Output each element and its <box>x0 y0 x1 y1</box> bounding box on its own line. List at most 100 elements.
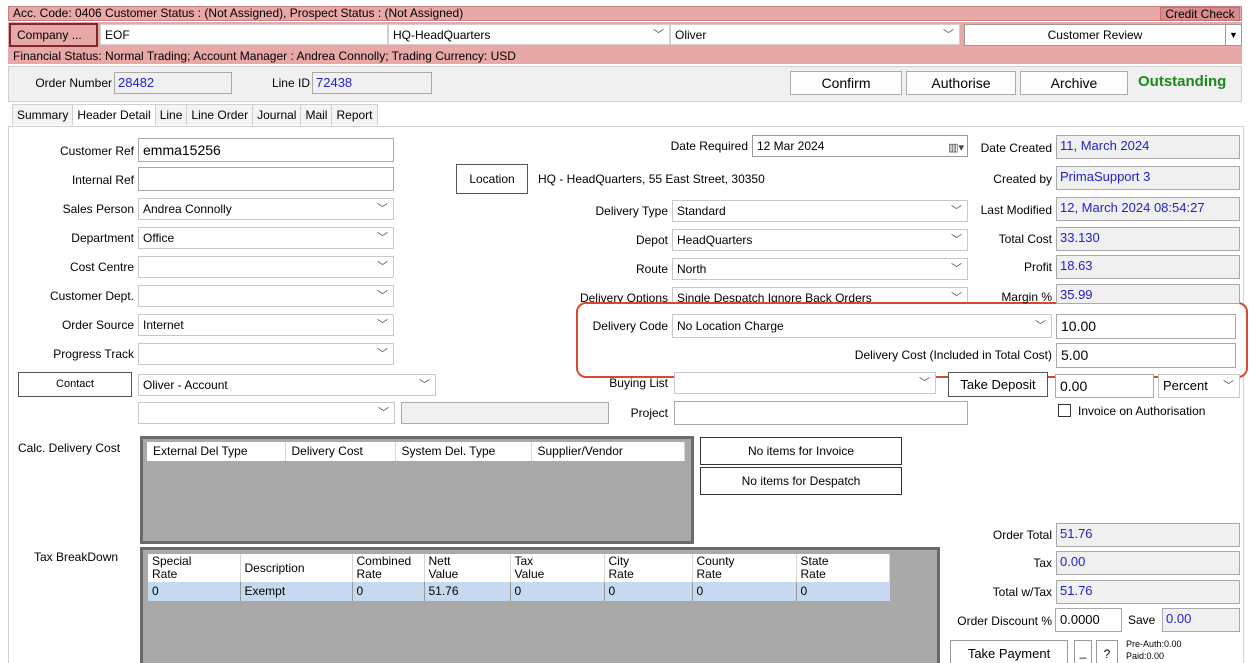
col-combined-rate[interactable]: Combined Rate <box>352 554 425 582</box>
calc-delivery-label: Calc. Delivery Cost <box>18 441 121 455</box>
col-tax-value[interactable]: Tax Value <box>510 554 605 582</box>
department-select[interactable]: Office ﹀ <box>138 227 394 249</box>
review-select[interactable]: Customer Review ▼ <box>964 24 1242 46</box>
invoice-on-auth-checkbox[interactable] <box>1058 404 1071 417</box>
tab-summary[interactable]: Summary <box>12 104 74 125</box>
archive-button[interactable]: Archive <box>1020 71 1128 95</box>
deposit-value-input[interactable]: 0.00 <box>1055 374 1154 398</box>
tab-line[interactable]: Line <box>154 104 188 125</box>
project-label: Project <box>630 406 668 420</box>
cell-nett-value: 51.76 <box>424 582 511 601</box>
chevron-down-icon: ﹀ <box>377 261 388 273</box>
table-row[interactable]: 0 Exempt 0 51.76 0 0 0 0 <box>148 582 890 601</box>
col-nett-value[interactable]: Nett Value <box>424 554 511 582</box>
col-county-rate[interactable]: County Rate <box>692 554 797 582</box>
order-discount-input[interactable]: 0.0000 <box>1055 608 1122 632</box>
tax-field: 0.00 <box>1056 551 1240 575</box>
credit-check-button[interactable]: Credit Check <box>1160 7 1240 21</box>
line-id-field: 72438 <box>312 72 432 94</box>
col-state-rate[interactable]: State Rate <box>796 554 890 582</box>
delivery-cost-input[interactable]: 5.00 <box>1056 343 1236 368</box>
tax-breakdown-grid: Special Rate Description Combined Rate N… <box>140 547 940 663</box>
col-delivery-cost[interactable]: Delivery Cost <box>285 442 396 461</box>
cell-description: Exempt <box>240 582 353 601</box>
delivery-code-amount[interactable]: 10.00 <box>1056 314 1236 339</box>
contact-button[interactable]: Contact <box>18 372 132 397</box>
order-total-label: Order Total <box>992 528 1052 542</box>
delivery-type-select[interactable]: Standard ﹀ <box>672 200 968 222</box>
buying-list-select[interactable]: ﹀ <box>674 372 936 394</box>
route-select[interactable]: North ﹀ <box>672 258 968 280</box>
profit-label: Profit <box>1023 260 1052 274</box>
chevron-down-icon: ﹀ <box>419 379 430 391</box>
progress-track-label: Progress Track <box>53 347 134 361</box>
no-items-invoice-button[interactable]: No items for Invoice <box>700 437 902 465</box>
customer-dept-select[interactable]: ﹀ <box>138 285 394 307</box>
take-payment-button[interactable]: Take Payment <box>950 640 1068 663</box>
tax-label: Tax <box>1033 556 1052 570</box>
delivery-code-select[interactable]: No Location Charge ﹀ <box>672 314 1052 338</box>
deposit-mode-select[interactable]: Percent ﹀ <box>1158 374 1240 398</box>
col-system-del-type[interactable]: System Del. Type <box>395 442 532 461</box>
total-w-tax-label: Total w/Tax <box>992 585 1052 599</box>
sales-person-label: Sales Person <box>62 202 134 216</box>
cost-centre-select[interactable]: ﹀ <box>138 256 394 278</box>
last-modified-field: 12, March 2024 08:54:27 <box>1056 197 1240 221</box>
depot-select[interactable]: HeadQuarters ﹀ <box>672 229 968 251</box>
progress-track-select[interactable]: ﹀ <box>138 343 394 365</box>
tax-breakdown-label: Tax BreakDown <box>34 550 119 564</box>
profit-field: 18.63 <box>1056 255 1240 279</box>
margin-label: Margin % <box>1001 290 1052 304</box>
take-deposit-button[interactable]: Take Deposit <box>948 372 1048 397</box>
delivery-type-label: Delivery Type <box>595 204 668 218</box>
order-number-field: 28482 <box>114 72 232 94</box>
company-button[interactable]: Company ... <box>9 23 98 47</box>
company-field[interactable]: EOF <box>100 24 388 45</box>
created-by-field: PrimaSupport 3 <box>1056 166 1240 190</box>
location-button[interactable]: Location <box>456 164 528 194</box>
department-label: Department <box>71 231 134 245</box>
col-special-rate[interactable]: Special Rate <box>148 554 241 582</box>
help-button[interactable]: ? <box>1096 640 1118 663</box>
branch-select[interactable]: HQ-HeadQuarters ﹀ <box>388 24 670 45</box>
delivery-code-label: Delivery Code <box>592 319 668 333</box>
sales-person-select[interactable]: Andrea Connolly ﹀ <box>138 198 394 220</box>
cell-tax-value: 0 <box>510 582 605 601</box>
internal-ref-input[interactable] <box>138 167 394 191</box>
col-external-del-type[interactable]: External Del Type <box>147 442 286 461</box>
tab-report[interactable]: Report <box>331 104 378 125</box>
contact-sub-select[interactable]: ﹀ <box>138 402 395 424</box>
tab-mail[interactable]: Mail <box>300 104 333 125</box>
calendar-icon[interactable]: ▥▾ <box>948 138 964 156</box>
project-input[interactable] <box>674 401 968 425</box>
total-w-tax-field: 51.76 <box>1056 580 1240 604</box>
order-source-label: Order Source <box>61 318 134 332</box>
total-cost-field: 33.130 <box>1056 227 1240 251</box>
date-created-field: 11, March 2024 <box>1056 135 1240 159</box>
chevron-down-icon: ﹀ <box>377 348 388 360</box>
tab-journal[interactable]: Journal <box>252 104 302 125</box>
chevron-down-icon: ﹀ <box>377 232 388 244</box>
dropdown-arrow-icon: ▼ <box>1225 25 1241 45</box>
cell-county-rate: 0 <box>692 582 797 601</box>
confirm-button[interactable]: Confirm <box>790 71 902 95</box>
save-field: 0.00 <box>1162 608 1240 632</box>
customer-dept-label: Customer Dept. <box>49 289 134 303</box>
authorise-button[interactable]: Authorise <box>906 71 1016 95</box>
order-source-select[interactable]: Internet ﹀ <box>138 314 394 336</box>
chevron-down-icon: ﹀ <box>1223 380 1234 392</box>
customer-ref-input[interactable]: emma15256 <box>138 138 394 162</box>
minimize-payment-button[interactable]: _ <box>1074 640 1092 663</box>
col-description[interactable]: Description <box>240 554 353 582</box>
no-items-despatch-button[interactable]: No items for Despatch <box>700 467 902 495</box>
cell-city-rate: 0 <box>604 582 693 601</box>
col-supplier-vendor[interactable]: Supplier/Vendor <box>531 442 685 461</box>
col-city-rate[interactable]: City Rate <box>604 554 693 582</box>
tab-line-order[interactable]: Line Order <box>186 104 254 125</box>
chevron-down-icon: ﹀ <box>378 407 389 419</box>
contact-select[interactable]: Oliver - Account ﹀ <box>138 374 436 396</box>
tab-header-detail[interactable]: Header Detail <box>72 104 156 125</box>
chevron-down-icon: ﹀ <box>377 203 388 215</box>
contact-select[interactable]: Oliver ﹀ <box>670 24 960 45</box>
date-required-picker[interactable]: 12 Mar 2024 ▥▾ <box>752 135 968 157</box>
